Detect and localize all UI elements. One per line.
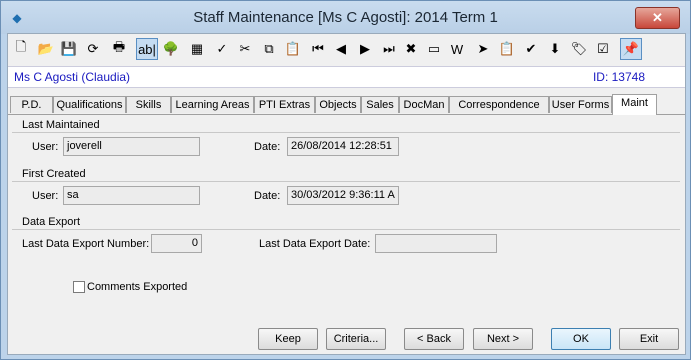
tree-icon[interactable]: 🌳: [160, 38, 182, 60]
first-created-date-label: Date:: [254, 190, 281, 202]
calculator-icon[interactable]: ▦: [186, 38, 208, 60]
print-icon[interactable]: 🖶: [108, 38, 130, 60]
open-icon[interactable]: 📂: [35, 38, 57, 60]
last-maintained-date-field[interactable]: 26/08/2014 12:28:51: [287, 137, 399, 156]
data-export-number-field[interactable]: 0: [151, 234, 202, 253]
previous-record-icon[interactable]: ◀: [330, 38, 352, 60]
last-maintained-date-label: Date:: [254, 141, 281, 153]
comments-exported-checkbox[interactable]: [73, 281, 85, 293]
last-maintained-user-field[interactable]: joverell: [63, 137, 200, 156]
tab-qualifications[interactable]: Qualifications: [53, 96, 126, 113]
data-export-number-label: Last Data Export Number:: [22, 238, 150, 250]
approve-icon[interactable]: ✔: [520, 38, 542, 60]
separator: [12, 181, 680, 182]
next-record-icon[interactable]: ▶: [354, 38, 376, 60]
refresh-icon[interactable]: ⟳: [82, 38, 104, 60]
cut-icon[interactable]: ✂: [234, 38, 256, 60]
tab-p-d[interactable]: P.D.: [10, 96, 53, 113]
copy-icon[interactable]: ⧉: [258, 38, 280, 60]
data-export-date-field[interactable]: [375, 234, 497, 253]
staff-banner: Ms C Agosti (Claudia) ID: 13748: [8, 66, 685, 88]
last-maintained-user-label: User:: [32, 141, 59, 153]
data-export-date-label: Last Data Export Date:: [259, 238, 371, 250]
tab-sales[interactable]: Sales: [361, 96, 399, 113]
first-created-user-field[interactable]: sa: [63, 186, 200, 205]
client-area: 🗋 📂 💾 ⟳ 🖶 ab| 🌳 ▦ ✓ ✂ ⧉ 📋 ⏮ ◀ ▶ ⏭ ✖ ▭ W ➤ 📋 ✔ ⬇ 🏷 ☑ 📌 Ms C Agosti…: [7, 33, 686, 355]
delete-icon[interactable]: ✖: [400, 38, 422, 60]
send-icon[interactable]: ➤: [472, 38, 494, 60]
first-record-icon[interactable]: ⏮: [307, 38, 329, 60]
window-title: Staff Maintenance [Ms C Agosti]: 2014 Te…: [193, 9, 498, 26]
tab-objects[interactable]: Objects: [315, 96, 361, 113]
field-icon[interactable]: ab|: [136, 38, 158, 60]
tab-docman[interactable]: DocMan: [399, 96, 449, 113]
separator: [12, 229, 680, 230]
keep-button[interactable]: Keep: [258, 328, 318, 350]
separator: [12, 132, 680, 133]
spellcheck-icon[interactable]: ✓: [211, 38, 233, 60]
first-created-title: First Created: [22, 168, 86, 180]
tab-skills[interactable]: Skills: [126, 96, 171, 113]
paste-icon[interactable]: 📋: [282, 38, 304, 60]
data-export-title: Data Export: [22, 216, 81, 228]
comments-exported-label: Comments Exported: [87, 281, 188, 293]
first-created-date-field[interactable]: 30/03/2012 9:36:11 A: [287, 186, 399, 205]
tab-correspondence[interactable]: Correspondence: [449, 96, 549, 113]
exit-button[interactable]: Exit: [619, 328, 679, 350]
tag-icon[interactable]: 🏷: [568, 38, 590, 60]
tab-strip: P.D. Qualifications Skills Learning Areas PT…: [8, 94, 685, 115]
maint-panel: Last Maintained User: joverell Date: 26/…: [8, 114, 685, 317]
download-icon[interactable]: ⬇: [544, 38, 566, 60]
staff-id: ID: 13748: [592, 70, 645, 84]
tab-user-forms[interactable]: User Forms: [549, 96, 612, 113]
back-button[interactable]: < Back: [404, 328, 464, 350]
staff-maintenance-window: ◆ Staff Maintenance [Ms C Agosti]: 2014 …: [0, 0, 691, 360]
word-icon[interactable]: W: [446, 38, 468, 60]
checklist-icon[interactable]: ☑: [592, 38, 614, 60]
tab-maint[interactable]: Maint: [612, 94, 657, 115]
title-bar[interactable]: ◆ Staff Maintenance [Ms C Agosti]: 2014 …: [1, 1, 690, 34]
last-maintained-title: Last Maintained: [22, 119, 100, 131]
next-button[interactable]: Next >: [473, 328, 533, 350]
close-button[interactable]: ✕: [635, 7, 680, 29]
last-record-icon[interactable]: ⏭: [378, 38, 400, 60]
new-icon[interactable]: 🗋: [10, 38, 32, 60]
toolbar: 🗋 📂 💾 ⟳ 🖶 ab| 🌳 ▦ ✓ ✂ ⧉ 📋 ⏮ ◀ ▶ ⏭ ✖ ▭ W ➤ 📋 ✔ ⬇ 🏷 ☑ 📌: [8, 34, 685, 64]
ok-button[interactable]: OK: [551, 328, 611, 350]
first-created-user-label: User:: [32, 190, 59, 202]
tab-pti-extras[interactable]: PTI Extras: [254, 96, 315, 113]
card-icon[interactable]: ▭: [423, 38, 445, 60]
clipboard-icon[interactable]: 📋: [496, 38, 518, 60]
tab-learning-areas[interactable]: Learning Areas: [171, 96, 254, 113]
criteria-button[interactable]: Criteria...: [326, 328, 386, 350]
pin-icon[interactable]: 📌: [620, 38, 642, 60]
staff-name: Ms C Agosti (Claudia): [14, 70, 131, 84]
save-icon[interactable]: 💾: [58, 38, 80, 60]
